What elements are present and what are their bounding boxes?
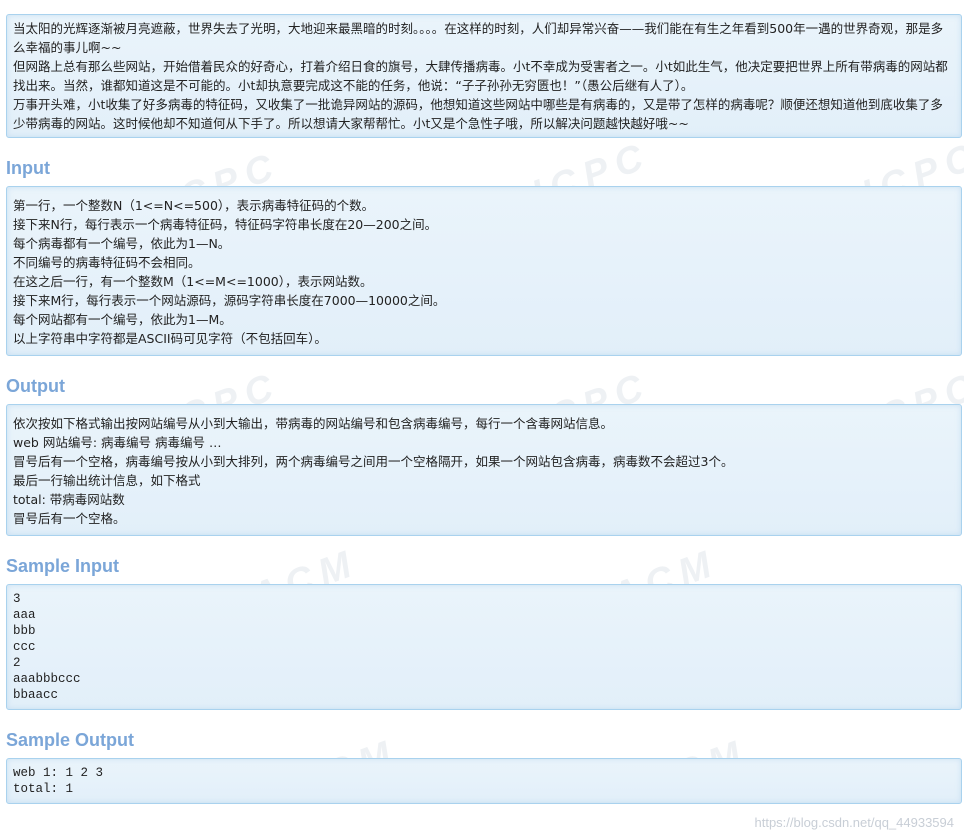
sample-input-panel: 3 aaa bbb ccc 2 aaabbbccc bbaacc [6, 584, 962, 710]
description-paragraph: 万事开头难，小t收集了好多病毒的特征码，又收集了一批诡异网站的源码，他想知道这些… [13, 97, 943, 131]
input-line: 接下来M行，每行表示一个网站源码，源码字符串长度在7000—10000之间。 [13, 293, 446, 308]
input-line: 不同编号的病毒特征码不会相同。 [13, 255, 201, 270]
output-line: 冒号后有一个空格，病毒编号按从小到大排列，两个病毒编号之间用一个空格隔开，如果一… [13, 454, 734, 469]
input-heading: Input [6, 158, 50, 178]
output-line: total: 带病毒网站数 [13, 492, 125, 507]
sample-output-line: total: 1 [13, 782, 74, 796]
sample-input-line: 3 [13, 592, 21, 606]
output-heading: Output [6, 376, 65, 396]
input-line: 以上字符串中字符都是ASCII码可见字符（不包括回车）。 [13, 331, 327, 346]
sample-input-line: ccc [13, 640, 36, 654]
sample-output-heading: Sample Output [6, 730, 135, 750]
problem-content: 当太阳的光辉逐渐被月亮遮蔽，世界失去了光明，大地迎来最黑暗的时刻。。。。在这样的… [0, 14, 964, 804]
input-line: 接下来N行，每行表示一个病毒特征码，特征码字符串长度在20—200之间。 [13, 217, 438, 232]
description-panel: 当太阳的光辉逐渐被月亮遮蔽，世界失去了光明，大地迎来最黑暗的时刻。。。。在这样的… [6, 14, 962, 138]
sample-input-line: 2 [13, 656, 21, 670]
output-line: 依次按如下格式输出按网站编号从小到大输出，带病毒的网站编号和包含病毒编号，每行一… [13, 416, 614, 431]
sample-input-line: bbaacc [13, 688, 59, 702]
sample-input-line: aaabbbccc [13, 672, 81, 686]
input-line: 每个网站都有一个编号，依此为1—M。 [13, 312, 232, 327]
blog-watermark: https://blog.csdn.net/qq_44933594 [754, 815, 955, 830]
sample-input-heading: Sample Input [6, 556, 120, 576]
sample-input-line: bbb [13, 624, 36, 638]
sample-output-line: web 1: 1 2 3 [13, 766, 104, 780]
sample-input-line: aaa [13, 608, 36, 622]
sample-output-panel: web 1: 1 2 3 total: 1 [6, 758, 962, 804]
output-panel: 依次按如下格式输出按网站编号从小到大输出，带病毒的网站编号和包含病毒编号，每行一… [6, 404, 962, 536]
input-line: 在这之后一行，有一个整数M（1<=M<=1000），表示网站数。 [13, 274, 373, 289]
description-paragraph: 但网路上总有那么些网站，开始借着民众的好奇心，打着介绍日食的旗号，大肆传播病毒。… [13, 59, 948, 93]
input-panel: 第一行，一个整数N（1<=N<=500），表示病毒特征码的个数。 接下来N行，每… [6, 186, 962, 356]
input-line: 每个病毒都有一个编号，依此为1—N。 [13, 236, 231, 251]
output-line: 最后一行输出统计信息，如下格式 [13, 473, 201, 488]
output-line: 冒号后有一个空格。 [13, 511, 126, 526]
description-paragraph: 当太阳的光辉逐渐被月亮遮蔽，世界失去了光明，大地迎来最黑暗的时刻。。。。在这样的… [13, 21, 944, 55]
output-line: web 网站编号: 病毒编号 病毒编号 … [13, 435, 222, 450]
input-line: 第一行，一个整数N（1<=N<=500），表示病毒特征码的个数。 [13, 198, 375, 213]
